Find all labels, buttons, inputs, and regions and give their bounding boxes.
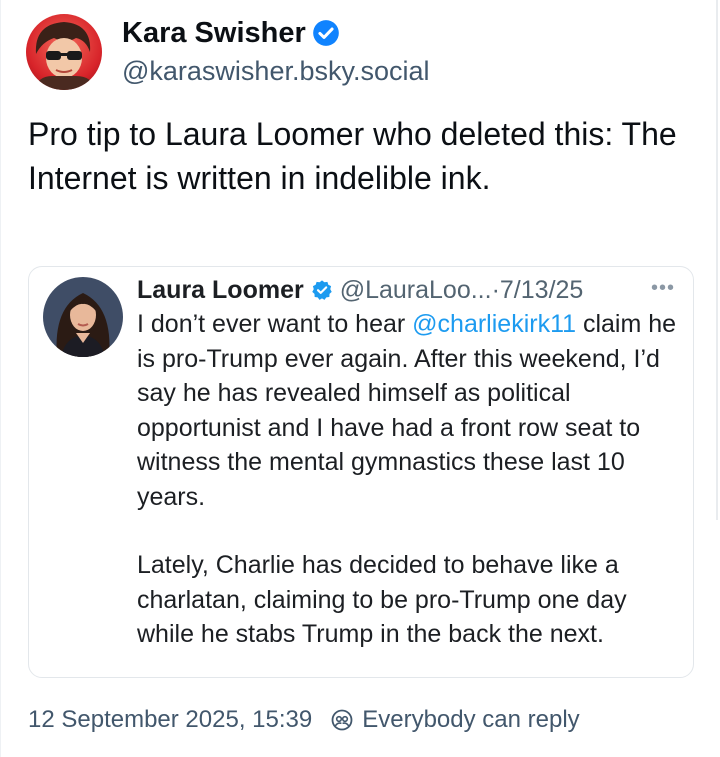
quoted-paragraph-2: Lately, Charlie has decided to behave li… — [137, 551, 627, 648]
author-name[interactable]: Kara Swisher — [122, 15, 306, 51]
mention-link[interactable]: @charliekirk11 — [412, 310, 576, 338]
quoted-separator-dot: · — [491, 275, 500, 304]
post-text: Pro tip to Laura Loomer who deleted this… — [28, 116, 677, 196]
quoted-date[interactable]: 7/13/25 — [500, 276, 583, 305]
left-border — [0, 0, 1, 757]
verified-badge-icon — [312, 20, 339, 46]
quoted-header: Laura Loomer @LauraLoo... · 7/13/25 — [137, 273, 583, 307]
quoted-text-suffix: claim he is pro-Trump ever again. After … — [137, 310, 677, 511]
author-name-row: Kara Swisher — [122, 15, 430, 51]
quoted-text-prefix: I don’t ever want to hear — [137, 310, 413, 338]
quoted-author-name[interactable]: Laura Loomer — [137, 276, 304, 305]
more-horizontal-icon[interactable]: ••• — [651, 278, 675, 298]
quoted-author-handle[interactable]: @LauraLoo... — [340, 276, 492, 305]
quoted-author-avatar — [43, 277, 123, 357]
quoted-post[interactable]: Laura Loomer @LauraLoo... · 7/13/25 ••• … — [28, 266, 694, 678]
author-names: Kara Swisher @karaswisher.bsky.social — [122, 15, 430, 89]
post-footer: 12 September 2025, 15:39 Everybody can r… — [28, 706, 580, 734]
reply-settings-icon — [331, 709, 353, 731]
twitter-verified-badge-icon — [311, 280, 332, 300]
scrollbar[interactable] — [716, 0, 718, 520]
quoted-paragraph-1: I don’t ever want to hear @charliekirk11… — [137, 307, 685, 514]
quoted-text: I don’t ever want to hear @charliekirk11… — [137, 307, 685, 652]
post-header: Kara Swisher @karaswisher.bsky.social — [26, 14, 430, 90]
post-view: Kara Swisher @karaswisher.bsky.social Pr… — [0, 0, 720, 757]
author-avatar[interactable] — [26, 14, 102, 90]
author-handle[interactable]: @karaswisher.bsky.social — [122, 53, 430, 89]
post-timestamp[interactable]: 12 September 2025, 15:39 — [28, 706, 312, 734]
reply-setting-label[interactable]: Everybody can reply — [362, 706, 579, 734]
